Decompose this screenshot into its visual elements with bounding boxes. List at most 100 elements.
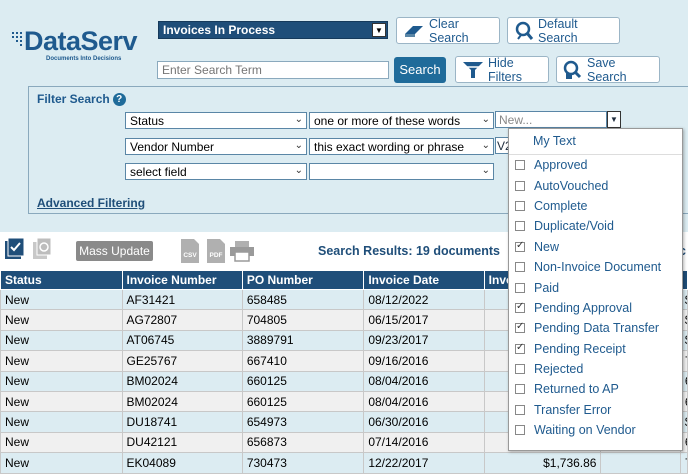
dropdown-option-pending-receipt[interactable]: Pending Receipt (509, 339, 682, 359)
default-search-button[interactable]: Default Search (507, 17, 620, 45)
column-header[interactable]: Invoice Date (363, 270, 485, 290)
option-label: Rejected (534, 362, 584, 377)
option-label: Pending Approval (534, 300, 632, 315)
dropdown-option-new[interactable]: New (509, 237, 682, 257)
chevron-down-icon: ⌄ (294, 114, 303, 125)
eraser-icon (405, 25, 423, 37)
search-input[interactable] (157, 61, 389, 79)
table-cell: AG72807 (121, 309, 243, 331)
search-button[interactable]: Search (394, 57, 446, 83)
filter-field-select-2[interactable]: Vendor Number ⌄ (125, 138, 307, 155)
filter-field-value-2: Vendor Number (130, 140, 215, 154)
dropdown-my-text[interactable]: My Text (509, 129, 682, 155)
column-header[interactable]: Status (0, 270, 123, 290)
logo-tagline: Documents Into Decisions (46, 56, 122, 62)
option-label: Transfer Error (534, 402, 612, 417)
view-select-value: Invoices In Process (163, 23, 276, 37)
filter-field-value-1: Status (130, 114, 165, 128)
checklist-icon[interactable] (4, 237, 26, 261)
help-icon[interactable]: ? (112, 92, 126, 106)
csv-file-icon: CSV (181, 239, 199, 263)
option-label: Pending Receipt (534, 341, 626, 356)
table-cell: 7 (679, 452, 688, 474)
option-label: Approved (534, 158, 588, 173)
chevron-down-icon: ⌄ (481, 140, 490, 151)
filter-field-select-1[interactable]: Status ⌄ (125, 112, 307, 129)
table-cell: New (0, 411, 123, 433)
option-checkbox[interactable] (515, 342, 525, 354)
vendor-value-input[interactable]: V2 (495, 137, 509, 154)
option-checkbox[interactable] (515, 221, 525, 232)
option-checkbox[interactable] (515, 425, 525, 436)
table-cell: 730473 (241, 452, 365, 474)
dropdown-option-rejected[interactable]: Rejected (509, 359, 682, 379)
filter-search-label: Filter Search (37, 92, 110, 106)
filter-operator-select-1[interactable]: one or more of these words ⌄ (309, 112, 494, 129)
table-cell: $1,736.86 (483, 452, 602, 474)
option-checkbox[interactable] (515, 404, 525, 415)
advanced-filtering-link[interactable]: Advanced Filtering (37, 196, 145, 210)
dropdown-option-approved[interactable]: Approved (509, 155, 682, 175)
view-select[interactable]: Invoices In Process ▼ (158, 21, 388, 39)
table-cell: New (0, 390, 123, 413)
dropdown-option-duplicate-void[interactable]: Duplicate/Void (509, 216, 682, 236)
table-cell: 08/12/2022 (363, 288, 485, 311)
mass-update-button[interactable]: Mass Update (76, 241, 153, 261)
table-cell: New (0, 309, 123, 331)
table-cell: New (0, 452, 123, 474)
printer-icon[interactable] (229, 240, 255, 262)
save-search-button[interactable]: Save Search (556, 55, 660, 84)
option-checkbox[interactable] (515, 200, 525, 211)
filter-operator-select-2[interactable]: this exact wording or phrase ⌄ (309, 138, 494, 155)
table-cell: 07/14/2016 (363, 431, 485, 454)
dropdown-option-pending-data-transfer[interactable]: Pending Data Transfer (509, 318, 682, 338)
option-checkbox[interactable] (515, 160, 525, 171)
dropdown-option-pending-approval[interactable]: Pending Approval (509, 298, 682, 318)
table-cell: 660125 (241, 370, 365, 392)
option-label: AutoVouched (534, 178, 609, 193)
pdf-export-icon[interactable]: PDF (206, 238, 226, 267)
table-cell: DU18741 (121, 411, 243, 433)
status-value-input[interactable]: New... (495, 111, 607, 128)
option-checkbox[interactable] (515, 301, 525, 313)
pdf-file-icon: PDF (207, 239, 225, 263)
save-search-label: Save Search (587, 55, 627, 84)
table-cell: New (0, 288, 123, 311)
table-cell: 654973 (241, 411, 365, 433)
table-cell: BM02024 (121, 390, 243, 413)
pdf-label: PDF (210, 252, 223, 259)
dropdown-option-non-invoice-document[interactable]: Non-Invoice Document (509, 257, 682, 277)
chevron-down-icon: ⌄ (294, 140, 303, 151)
table-row[interactable]: NewEK0408973047312/22/2017$1,736.86 7 (0, 452, 688, 474)
dropdown-option-complete[interactable]: Complete (509, 196, 682, 216)
logo-text: DataServ (24, 26, 138, 56)
status-value-dropdown-icon[interactable]: ▼ (607, 111, 621, 128)
option-checkbox[interactable] (515, 321, 525, 334)
documents-icon[interactable] (32, 237, 54, 261)
csv-export-icon[interactable]: CSV (180, 238, 200, 267)
option-label: Pending Data Transfer (534, 321, 660, 336)
option-checkbox[interactable] (515, 180, 525, 191)
filter-field-select-3[interactable]: select field ⌄ (125, 163, 307, 180)
filter-operator-select-3[interactable]: ⌄ (309, 163, 494, 180)
hide-filters-button[interactable]: Hide Filters (455, 56, 549, 84)
search-reset-icon (515, 21, 534, 40)
option-checkbox[interactable] (515, 262, 525, 273)
table-cell: 3889791 (241, 329, 365, 352)
dropdown-option-paid[interactable]: Paid (509, 277, 682, 297)
column-header[interactable]: Invoice Number (121, 270, 243, 290)
dropdown-option-autovouched[interactable]: AutoVouched (509, 175, 682, 195)
logo-mark-icon (12, 32, 22, 46)
dataserv-logo: DataServ Documents Into Decisions (10, 26, 140, 66)
option-checkbox[interactable] (515, 282, 525, 293)
column-header[interactable]: PO Number (241, 270, 365, 290)
option-checkbox[interactable] (515, 364, 525, 375)
dropdown-option-returned-to-ap[interactable]: Returned to AP (509, 379, 682, 399)
table-cell: 660125 (241, 390, 365, 413)
clear-search-button[interactable]: Clear Search (396, 17, 500, 45)
option-checkbox[interactable] (515, 240, 525, 252)
dropdown-arrow-icon[interactable]: ▼ (372, 23, 386, 37)
dropdown-option-waiting-on-vendor[interactable]: Waiting on Vendor (509, 420, 682, 440)
dropdown-option-transfer-error[interactable]: Transfer Error (509, 400, 682, 420)
option-checkbox[interactable] (515, 384, 525, 395)
